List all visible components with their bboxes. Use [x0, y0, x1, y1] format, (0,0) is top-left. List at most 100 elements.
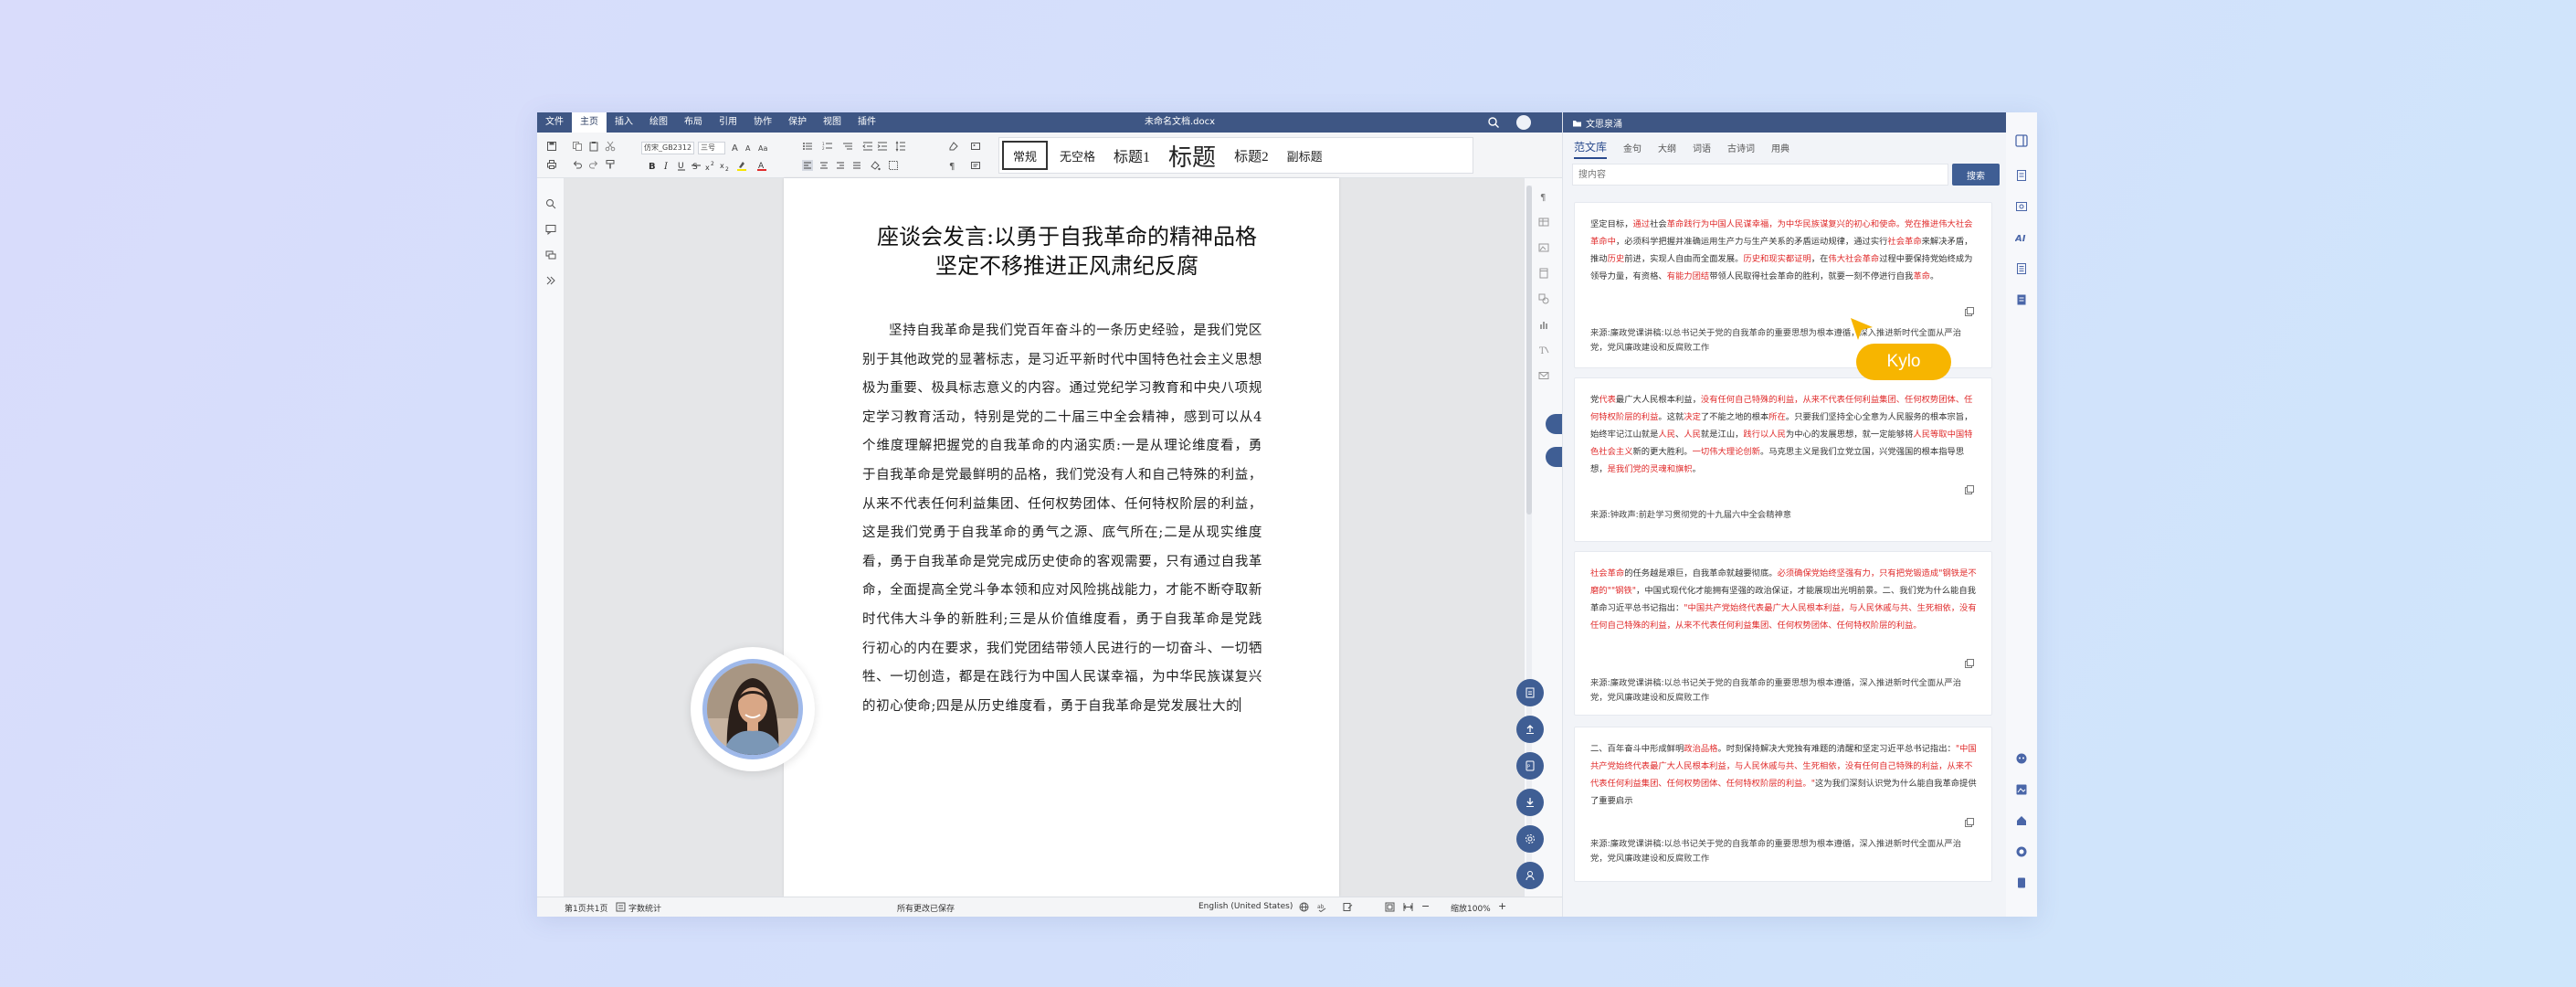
fit-width-icon[interactable] — [1403, 902, 1413, 912]
clear-formatting-icon[interactable] — [948, 141, 959, 152]
panel-expand-handle[interactable] — [1546, 447, 1562, 467]
document-heading[interactable]: 座谈会发言:以勇于自我革命的精神品格坚定不移推进正风肃纪反腐 — [866, 222, 1268, 281]
home-icon[interactable] — [2015, 814, 2028, 827]
increase-indent-icon[interactable] — [877, 141, 888, 152]
shapes-icon[interactable] — [970, 141, 981, 152]
tab-quotes[interactable]: 金句 — [1623, 141, 1642, 157]
menu-collaborate[interactable]: 协作 — [745, 112, 780, 133]
superscript-icon[interactable]: x2 — [705, 160, 716, 171]
chart-settings-icon[interactable] — [1538, 319, 1549, 330]
comments-icon[interactable] — [545, 224, 556, 235]
paragraph-marks-icon[interactable]: ¶ — [1538, 191, 1549, 202]
paste-icon[interactable] — [588, 141, 599, 152]
style-heading1[interactable]: 标题1 — [1104, 138, 1159, 173]
collaborator-avatar[interactable] — [691, 647, 815, 771]
menu-file[interactable]: 文件 — [537, 112, 572, 133]
shading-icon[interactable] — [870, 160, 881, 171]
zoom-in-button[interactable]: + — [1498, 900, 1506, 912]
gallery-icon[interactable] — [2015, 783, 2028, 796]
copy-icon[interactable] — [1964, 658, 1975, 669]
template-icon[interactable] — [2015, 293, 2028, 306]
spellcheck-icon[interactable]: ab — [1317, 902, 1327, 912]
bullet-list-icon[interactable] — [802, 141, 813, 152]
style-heading2[interactable]: 标题2 — [1225, 138, 1278, 173]
copy-icon[interactable] — [572, 141, 583, 152]
tab-outline[interactable]: 大纲 — [1658, 141, 1676, 157]
navigation-icon[interactable] — [545, 275, 556, 286]
target-icon[interactable] — [2015, 845, 2028, 858]
upload-button[interactable] — [1516, 716, 1544, 743]
align-left-icon[interactable] — [802, 160, 813, 171]
text-art-icon[interactable]: T — [1538, 345, 1549, 356]
paragraph-settings-icon[interactable]: ¶ — [948, 160, 959, 171]
change-case-icon[interactable]: Aa — [758, 142, 769, 153]
font-family-select[interactable]: 仿宋_GB2312 — [641, 142, 694, 154]
style-normal[interactable]: 常规 — [1002, 141, 1049, 170]
language-select[interactable]: English (United States) — [1198, 902, 1293, 911]
style-title[interactable]: 标题 — [1159, 138, 1225, 173]
user-avatar[interactable] — [1516, 115, 1531, 130]
style-no-spacing[interactable]: 无空格 — [1050, 138, 1104, 173]
essay-card[interactable]: 二、百年奋斗中形成鲜明政治品格。时刻保持解决大党独有难题的清醒和坚定习近平总书记… — [1574, 727, 1992, 882]
strikethrough-icon[interactable]: S — [691, 160, 702, 171]
font-grow-icon[interactable]: A — [731, 142, 742, 153]
decrease-indent-icon[interactable] — [862, 141, 873, 152]
text-box-icon[interactable] — [970, 160, 981, 171]
mail-merge-icon[interactable] — [1538, 370, 1549, 381]
bookmark-icon[interactable] — [2015, 876, 2028, 889]
document-icon[interactable] — [2015, 169, 2028, 182]
ai-icon[interactable]: AI — [2015, 231, 2028, 244]
tab-essays[interactable]: 范文库 — [1574, 139, 1608, 159]
highlight-color-icon[interactable] — [736, 160, 747, 171]
borders-icon[interactable] — [888, 160, 899, 171]
menu-plugins[interactable]: 插件 — [850, 112, 884, 133]
menu-insert[interactable]: 插入 — [607, 112, 641, 133]
font-size-select[interactable]: 三号 — [698, 142, 725, 154]
menu-protect[interactable]: 保护 — [780, 112, 815, 133]
italic-icon[interactable]: I — [661, 160, 672, 171]
bold-icon[interactable]: B — [647, 160, 658, 171]
find-icon[interactable] — [545, 198, 556, 209]
panel-search-input[interactable] — [1572, 164, 1948, 186]
line-spacing-icon[interactable] — [895, 141, 906, 152]
print-icon[interactable] — [546, 159, 557, 170]
notes-icon[interactable] — [2015, 262, 2028, 275]
copy-icon[interactable] — [1964, 306, 1975, 317]
zoom-out-button[interactable]: − — [1421, 900, 1430, 912]
word-count[interactable]: 字数统计 — [628, 902, 661, 914]
shape-settings-icon[interactable] — [1538, 293, 1549, 304]
header-footer-icon[interactable] — [1538, 268, 1549, 279]
tab-poems[interactable]: 古诗词 — [1727, 141, 1755, 157]
search-icon[interactable] — [1487, 116, 1500, 129]
zoom-level[interactable]: 缩放100% — [1451, 902, 1491, 914]
numbered-list-icon[interactable]: 12 — [822, 141, 833, 152]
tab-allusions[interactable]: 用典 — [1771, 141, 1789, 157]
underline-icon[interactable]: U — [676, 160, 687, 171]
image-icon[interactable] — [2015, 200, 2028, 213]
document-export-button[interactable] — [1516, 679, 1544, 706]
essay-card[interactable]: 社会革命的任务越是艰巨，自我革命就越要彻底。必须确保党始终坚强有力，只有把党锻造… — [1574, 551, 1992, 716]
undo-icon[interactable] — [572, 159, 583, 170]
fit-page-icon[interactable] — [1385, 902, 1395, 912]
save-icon[interactable] — [546, 141, 557, 152]
panel-toggle-icon[interactable] — [2015, 134, 2028, 147]
ai-assistant-button[interactable] — [1516, 862, 1544, 889]
copy-icon[interactable] — [1964, 817, 1975, 828]
format-painter-icon[interactable] — [605, 159, 616, 170]
justify-icon[interactable] — [851, 160, 862, 171]
settings-button[interactable] — [1516, 825, 1544, 853]
style-subtitle[interactable]: 副标题 — [1278, 138, 1332, 173]
document-page[interactable]: 座谈会发言:以勇于自我革命的精神品格坚定不移推进正风肃纪反腐 坚持自我革命是我们… — [784, 178, 1339, 897]
document-body[interactable]: 坚持自我革命是我们党百年奋斗的一条历史经验，是我们党区别于其他政党的显著标志，是… — [862, 317, 1262, 721]
align-right-icon[interactable] — [835, 160, 846, 171]
tab-words[interactable]: 词语 — [1693, 141, 1711, 157]
vertical-scrollbar[interactable] — [1526, 186, 1532, 889]
table-settings-icon[interactable] — [1538, 217, 1549, 228]
cut-icon[interactable] — [605, 141, 616, 152]
chat-icon[interactable] — [545, 249, 556, 260]
align-center-icon[interactable] — [818, 160, 829, 171]
copy-icon[interactable] — [1964, 484, 1975, 495]
panel-collapse-handle[interactable] — [1546, 414, 1562, 434]
multilevel-list-icon[interactable] — [842, 141, 853, 152]
track-changes-icon[interactable] — [1343, 902, 1353, 912]
